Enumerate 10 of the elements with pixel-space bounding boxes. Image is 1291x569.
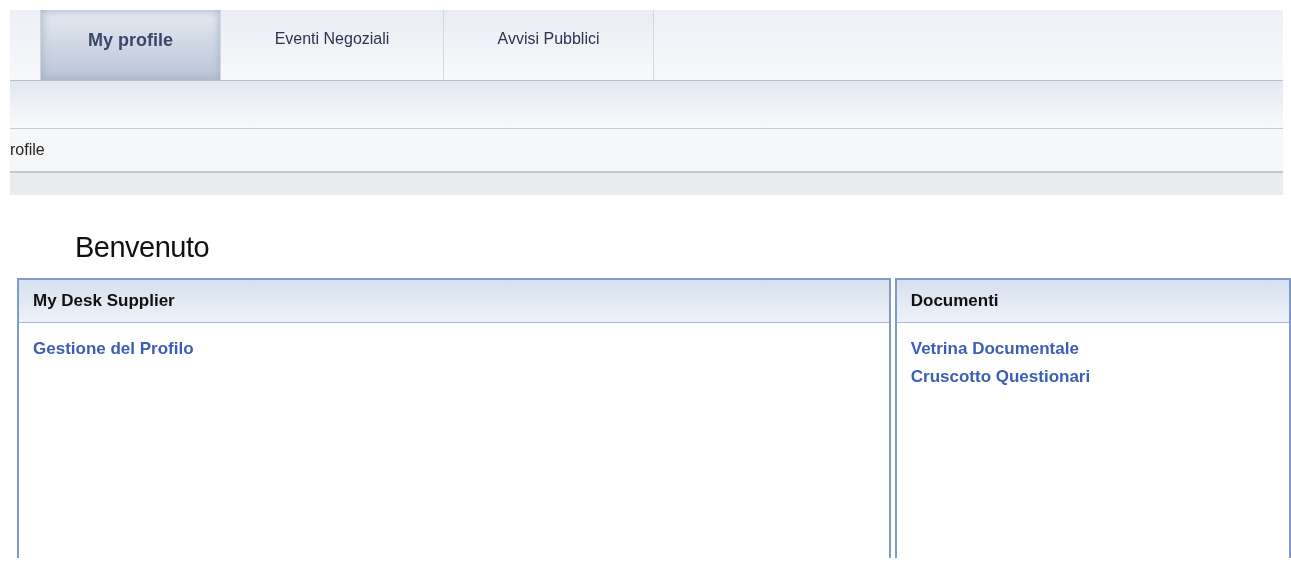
panel-link[interactable]: Vetrina Documentale xyxy=(910,335,1079,363)
nav-tab[interactable]: My profile xyxy=(41,10,221,80)
nav-tab[interactable]: Eventi Negoziali xyxy=(221,10,444,80)
breadcrumb: rofile xyxy=(10,141,45,159)
panel-header: My Desk Supplier xyxy=(19,280,889,323)
panel-link[interactable]: Cruscotto Questionari xyxy=(910,363,1091,391)
panel-header: Documenti xyxy=(896,280,1289,323)
panel-link[interactable]: Gestione del Profilo xyxy=(33,335,194,363)
welcome-heading: Benvenuto xyxy=(75,231,211,264)
nav-tab[interactable]: Avvisi Pubblici xyxy=(444,10,654,80)
